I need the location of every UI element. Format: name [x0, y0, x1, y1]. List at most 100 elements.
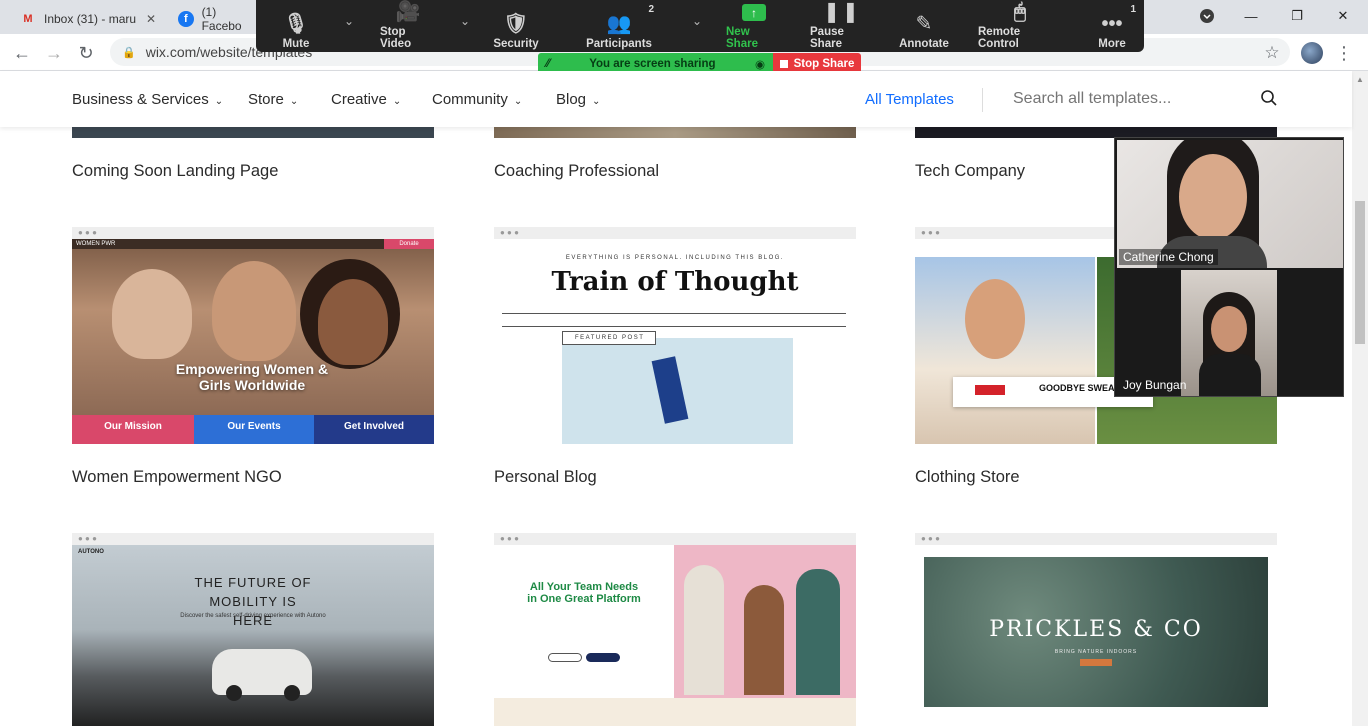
template-thumbnail[interactable] [72, 127, 434, 138]
more-count: 1 [1130, 4, 1136, 15]
nav-store[interactable]: Store ⌄ [248, 91, 298, 108]
blog-menu [502, 313, 846, 327]
ngo-tile: Our Events [194, 415, 314, 444]
template-title[interactable]: Personal Blog [494, 468, 597, 487]
nav-blog[interactable]: Blog ⌄ [556, 91, 600, 108]
shop-button [975, 385, 1005, 395]
reload-icon[interactable]: ↻ [72, 39, 100, 67]
minimize-icon[interactable]: — [1228, 0, 1274, 32]
tab-facebook[interactable]: f (1) Facebo [168, 4, 268, 34]
stop-square-icon [779, 59, 788, 68]
template-thumbnail[interactable] [494, 127, 856, 138]
chrome-menu-icon[interactable]: ⋮ [1330, 39, 1358, 67]
avatar[interactable] [1298, 39, 1326, 67]
face-shape [318, 279, 388, 365]
autono-brand: AUTONO [78, 549, 104, 555]
close-window-icon[interactable]: ✕ [1320, 0, 1366, 32]
nav-label: Blog [556, 91, 587, 108]
template-title[interactable]: Women Empowerment NGO [72, 468, 282, 487]
template-thumbnail-team[interactable]: ● ● ● All Your Team Needs in One Great P… [494, 533, 856, 726]
search-icon[interactable] [1260, 89, 1278, 107]
participants-icon: 👥 [606, 13, 632, 35]
book-shape [651, 356, 689, 424]
nav-label: Community [432, 91, 508, 108]
browser-dots: ● ● ● [494, 533, 856, 545]
blog-title: Train of Thought [551, 267, 799, 297]
annotate-button[interactable]: ✎ Annotate [899, 4, 949, 50]
grip-icon: ⁄⁄ [546, 57, 550, 70]
pause-share-button[interactable]: ❚❚ Pause Share [810, 1, 874, 50]
profile-menu-icon[interactable] [1184, 0, 1230, 32]
new-share-button[interactable]: ↑ New Share [726, 4, 782, 50]
search-input[interactable] [1013, 90, 1263, 108]
face-shape [112, 269, 192, 359]
person-shape [796, 569, 840, 695]
prickles-title: PRICKLES & CO [989, 617, 1203, 642]
button-label: Stop Share [793, 57, 855, 70]
template-thumbnail-blog[interactable]: ● ● ● EVERYTHING IS PERSONAL. INCLUDING … [494, 227, 856, 444]
button-label: Security [493, 38, 539, 50]
share-up-arrow-icon: ↑ [742, 4, 766, 21]
nav-community[interactable]: Community ⌄ [432, 91, 522, 108]
template-title[interactable]: Coming Soon Landing Page [72, 162, 278, 181]
pause-icon: ❚❚ [823, 1, 861, 23]
template-thumbnail-prickles[interactable]: ● ● ● PRICKLES & CO BRING NATURE INDOORS [915, 533, 1277, 726]
participant-name: Catherine Chong [1119, 249, 1218, 265]
autono-sub: Discover the safest self-driving experie… [180, 613, 326, 619]
button-label: Pause Share [810, 26, 844, 50]
all-templates-link[interactable]: All Templates [865, 91, 954, 108]
team-footer [494, 698, 856, 726]
shield-check-icon: ◉ [754, 58, 765, 71]
more-dots-icon: ••• [1101, 13, 1123, 35]
page-scrollbar[interactable]: ▲ [1352, 71, 1368, 726]
chevron-down-icon[interactable]: ⌄ [692, 14, 702, 28]
ngo-tile: Get Involved [314, 415, 434, 444]
forward-icon[interactable]: → [40, 39, 68, 67]
template-thumbnail-ngo[interactable]: ● ● ● WOMEN PWR Donate Empowering Women … [72, 227, 434, 444]
nav-label: Business & Services [72, 91, 209, 108]
blog-kicker: EVERYTHING IS PERSONAL. INCLUDING THIS B… [565, 255, 785, 261]
tab-label: Inbox (31) - maru [44, 12, 137, 26]
participants-count: 2 [648, 4, 654, 15]
scrollbar-thumb[interactable] [1355, 201, 1365, 344]
participant-video[interactable] [1181, 270, 1277, 396]
zoom-video-panel[interactable]: Catherine Chong Joy Bungan [1114, 137, 1344, 397]
featured-image [562, 338, 793, 444]
nav-creative[interactable]: Creative ⌄ [331, 91, 401, 108]
nav-label: Creative [331, 91, 387, 108]
scroll-up-icon[interactable]: ▲ [1356, 75, 1364, 84]
bookmark-star-icon[interactable]: ☆ [1258, 39, 1286, 67]
chevron-down-icon: ⌄ [592, 96, 601, 107]
autono-headline: THE FUTURE OF MOBILITY IS HERE [194, 575, 312, 628]
cta-outline [548, 653, 582, 662]
mute-button[interactable]: 🎙 Mute [280, 4, 312, 50]
nav-business-services[interactable]: Business & Services ⌄ [72, 91, 223, 108]
ngo-tile: Our Mission [72, 415, 194, 444]
stop-video-button[interactable]: 🎥 Stop Video [380, 1, 436, 50]
template-title[interactable]: Clothing Store [915, 468, 1020, 487]
close-tab-icon[interactable]: ✕ [146, 12, 156, 26]
remote-control-button[interactable]: 🖱 Remote Control [978, 1, 1062, 50]
more-button[interactable]: ••• 1 More [1096, 4, 1136, 50]
chevron-down-icon[interactable]: ⌄ [460, 14, 470, 28]
shield-icon: 🛡 [503, 13, 529, 35]
car-shape [212, 649, 312, 701]
chevron-down-icon[interactable]: ⌄ [344, 14, 354, 28]
succulent-photo: PRICKLES & CO BRING NATURE INDOORS [924, 557, 1268, 707]
template-title[interactable]: Coaching Professional [494, 162, 659, 181]
nav-divider [982, 88, 983, 112]
back-icon[interactable]: ← [8, 39, 36, 67]
maximize-icon[interactable]: ❐ [1274, 0, 1320, 32]
tab-gmail[interactable]: M Inbox (31) - maru ✕ [10, 4, 170, 34]
button-label: Stop Video [380, 26, 412, 50]
shoulders-shape [1199, 354, 1261, 396]
wix-template-nav: Business & Services ⌄ Store ⌄ Creative ⌄ Co… [0, 71, 1352, 127]
browser-dots: ● ● ● [494, 227, 856, 239]
sharing-status-text: You are screen sharing [589, 57, 716, 70]
security-button[interactable]: 🛡 Security [493, 4, 539, 50]
participants-button[interactable]: 👥 2 Participants [586, 4, 654, 50]
microphone-icon: 🎙 [283, 13, 309, 35]
chevron-down-icon: ⌄ [392, 96, 402, 107]
template-thumbnail-autono[interactable]: ● ● ● AUTONO THE FUTURE OF MOBILITY IS H… [72, 533, 434, 726]
template-title[interactable]: Tech Company [915, 162, 1025, 181]
